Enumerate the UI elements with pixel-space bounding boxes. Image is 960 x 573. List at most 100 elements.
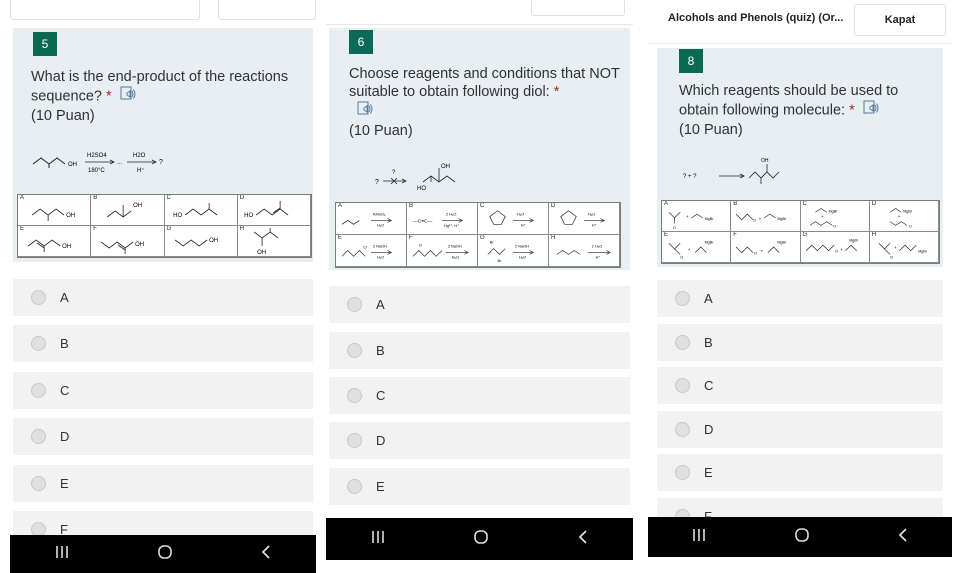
top-button-fragment[interactable] bbox=[531, 0, 625, 16]
back-icon[interactable] bbox=[260, 544, 272, 565]
svg-text:OH: OH bbox=[257, 250, 266, 256]
reagents-c: C MgBr + O bbox=[800, 201, 870, 232]
radio-button[interactable] bbox=[675, 378, 690, 393]
svg-text:H₂O: H₂O bbox=[452, 254, 459, 259]
radio-button[interactable] bbox=[31, 383, 46, 398]
option-label: A bbox=[60, 290, 69, 305]
svg-text:...: ... bbox=[117, 160, 122, 166]
option-c[interactable]: C bbox=[13, 372, 313, 409]
back-icon[interactable] bbox=[897, 527, 909, 548]
option-a[interactable]: A bbox=[657, 280, 943, 317]
answer-reagents-grid: A O + MgBr B O + MgBr C MgBr + O D MgBr + O E O +… bbox=[661, 200, 940, 264]
recent-apps-icon[interactable] bbox=[691, 528, 707, 547]
svg-text:OH: OH bbox=[66, 213, 75, 219]
svg-text:O: O bbox=[673, 226, 676, 230]
option-c[interactable]: C bbox=[329, 377, 630, 414]
radio-button[interactable] bbox=[675, 422, 690, 437]
structure-f: F OH bbox=[91, 226, 165, 257]
structure-g: G OH bbox=[164, 226, 238, 257]
speaker-icon[interactable] bbox=[863, 100, 881, 121]
reaction-scheme: ? ? HO OH bbox=[373, 160, 473, 196]
reagents-g: G O + MgBr bbox=[800, 232, 870, 263]
radio-button[interactable] bbox=[31, 429, 46, 444]
svg-text:OH: OH bbox=[761, 158, 769, 164]
svg-text:OH: OH bbox=[135, 242, 144, 248]
radio-button[interactable] bbox=[31, 476, 46, 491]
option-b[interactable]: B bbox=[13, 325, 313, 362]
option-e[interactable]: E bbox=[657, 454, 943, 491]
home-icon[interactable] bbox=[794, 527, 810, 548]
home-icon[interactable] bbox=[157, 544, 173, 565]
radio-button[interactable] bbox=[31, 290, 46, 305]
option-d[interactable]: D bbox=[657, 411, 943, 448]
speaker-icon[interactable] bbox=[120, 86, 138, 107]
answer-structures-grid: A OH B OH C HO D HO E OH F OH G OH H OH bbox=[17, 194, 312, 258]
reaction-b: B —C≡C— 2 H₂O Hg²⁺, H⁺ bbox=[407, 203, 478, 235]
start-placeholder: ? bbox=[375, 179, 379, 186]
question-8-panel: Alcohols and Phenols (quiz) (Or... Kapat… bbox=[648, 0, 952, 573]
points-label: (10 Puan) bbox=[679, 122, 743, 138]
svg-text:H⁺: H⁺ bbox=[596, 254, 601, 259]
svg-text:Hg²⁺, H⁺: Hg²⁺, H⁺ bbox=[444, 223, 459, 228]
recent-apps-icon[interactable] bbox=[54, 545, 70, 564]
option-label: C bbox=[376, 388, 386, 403]
svg-text:O: O bbox=[753, 219, 756, 223]
question-card: 8 Which reagents should be used to obtai… bbox=[657, 48, 943, 267]
svg-text:O: O bbox=[419, 243, 422, 248]
svg-text:2 NaOH: 2 NaOH bbox=[448, 244, 462, 249]
radio-button[interactable] bbox=[675, 335, 690, 350]
svg-text:Br: Br bbox=[490, 240, 495, 245]
option-c[interactable]: C bbox=[657, 367, 943, 404]
radio-button[interactable] bbox=[675, 465, 690, 480]
option-label: E bbox=[704, 465, 713, 480]
radio-button[interactable] bbox=[347, 433, 362, 448]
svg-text:H₂O: H₂O bbox=[519, 254, 526, 259]
svg-text:O: O bbox=[909, 224, 912, 228]
radio-button[interactable] bbox=[31, 336, 46, 351]
option-d[interactable]: D bbox=[329, 422, 630, 459]
option-a[interactable]: A bbox=[13, 279, 313, 316]
reagents-d: D MgBr + O bbox=[869, 201, 939, 232]
close-button[interactable]: Kapat bbox=[854, 4, 946, 36]
required-mark: * bbox=[105, 88, 112, 105]
speaker-icon[interactable] bbox=[357, 101, 375, 122]
radio-button[interactable] bbox=[347, 388, 362, 403]
top-divider bbox=[326, 24, 633, 25]
reaction-a: A KMnO₄ H₂O bbox=[336, 203, 407, 235]
option-e[interactable]: E bbox=[329, 468, 630, 505]
svg-text:OH: OH bbox=[62, 244, 71, 250]
option-e[interactable]: E bbox=[13, 465, 313, 502]
reaction-e: E Cl 2 NaOH H₂O bbox=[336, 235, 407, 267]
radio-button[interactable] bbox=[347, 297, 362, 312]
option-b[interactable]: B bbox=[329, 332, 630, 369]
reagent-placeholder: ? bbox=[392, 170, 396, 176]
radio-button[interactable] bbox=[347, 343, 362, 358]
option-d[interactable]: D bbox=[13, 418, 313, 455]
svg-text:O: O bbox=[754, 252, 757, 256]
svg-text:MgBr: MgBr bbox=[903, 209, 913, 213]
svg-text:+: + bbox=[897, 214, 900, 219]
svg-text:KMnO₄: KMnO₄ bbox=[373, 212, 386, 217]
question-title: Which reagents should be used to obtain … bbox=[679, 82, 934, 139]
condition-1: 180°C bbox=[88, 168, 105, 174]
radio-button[interactable] bbox=[675, 291, 690, 306]
question-number: 6 bbox=[349, 30, 373, 54]
back-icon[interactable] bbox=[577, 529, 589, 550]
option-b[interactable]: B bbox=[657, 324, 943, 361]
form-title: Alcohols and Phenols (quiz) (Or... bbox=[668, 12, 844, 24]
svg-text:+: + bbox=[759, 216, 762, 221]
svg-text:MgBr: MgBr bbox=[918, 250, 928, 254]
svg-text:2 H₂O: 2 H₂O bbox=[446, 212, 457, 217]
svg-text:H⁺: H⁺ bbox=[592, 222, 597, 227]
reagents-b: B O + MgBr bbox=[731, 201, 801, 232]
svg-text:Cl: Cl bbox=[363, 245, 367, 250]
recent-apps-icon[interactable] bbox=[370, 530, 386, 549]
question-text: What is the end-product of the reactions… bbox=[31, 69, 289, 105]
top-button-fragment[interactable] bbox=[218, 0, 316, 20]
svg-text:H⁺: H⁺ bbox=[521, 222, 526, 227]
radio-button[interactable] bbox=[347, 479, 362, 494]
question-text: Choose reagents and conditions that NOT … bbox=[349, 66, 620, 100]
home-icon[interactable] bbox=[473, 529, 489, 550]
svg-text:HO: HO bbox=[417, 186, 426, 192]
option-a[interactable]: A bbox=[329, 286, 630, 323]
